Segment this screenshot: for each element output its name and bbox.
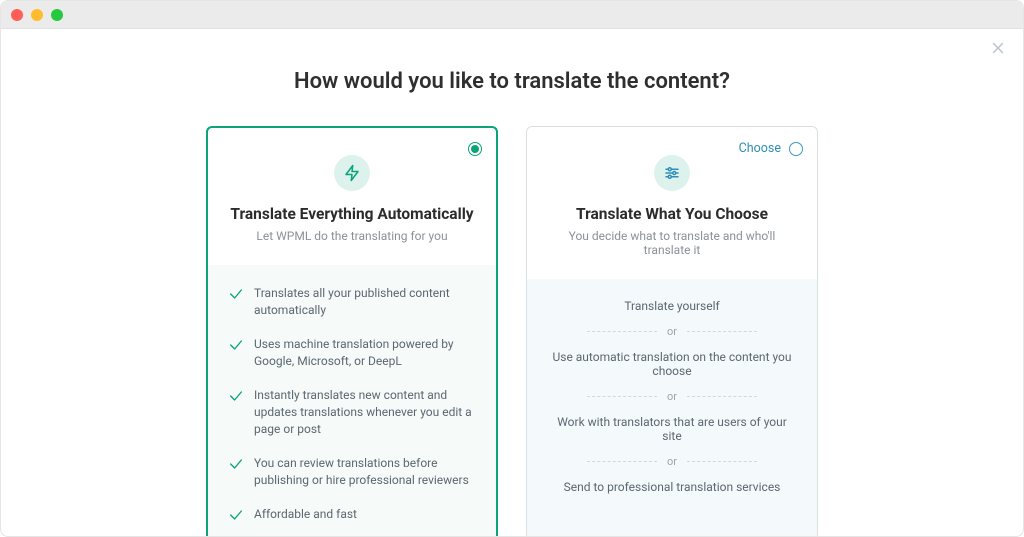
feature-text: Translates all your published content au… xyxy=(254,285,476,320)
window-zoom-button[interactable] xyxy=(51,9,63,21)
card-translate-what-you-choose[interactable]: Choose Translate What You Ch xyxy=(526,126,818,537)
option-item: Work with translators that are users of … xyxy=(547,415,797,443)
radio-wrap: Choose xyxy=(739,141,803,156)
feature-text: You can review translations before publi… xyxy=(254,455,476,490)
option-item: Use automatic translation on the content… xyxy=(547,350,797,378)
card-subtitle: You decide what to translate and who'll … xyxy=(545,229,799,257)
dialog-content: How would you like to translate the cont… xyxy=(1,29,1023,537)
feature-item: Translates all your published content au… xyxy=(228,285,476,320)
feature-item: Instantly translates new content and upd… xyxy=(228,387,476,439)
feature-text: Uses machine translation powered by Goog… xyxy=(254,336,476,371)
radio-selected[interactable] xyxy=(468,142,482,156)
card-header: Choose Translate What You Ch xyxy=(527,127,817,279)
card-title: Translate Everything Automatically xyxy=(226,205,478,223)
or-label: or xyxy=(667,455,677,468)
radio-unselected[interactable] xyxy=(789,142,803,156)
option-cards: Translate Everything Automatically Let W… xyxy=(25,126,999,537)
card-header: Translate Everything Automatically Let W… xyxy=(208,128,496,265)
or-label: or xyxy=(667,390,677,403)
option-item: Translate yourself xyxy=(547,299,797,313)
card-title: Translate What You Choose xyxy=(545,205,799,223)
feature-item: You can review translations before publi… xyxy=(228,455,476,490)
card-body: Translates all your published content au… xyxy=(208,265,496,537)
titlebar xyxy=(1,1,1023,29)
sliders-icon xyxy=(654,155,690,191)
page-title: How would you like to translate the cont… xyxy=(25,69,999,94)
options-list: Translate yourself or Use automatic tran… xyxy=(547,299,797,494)
feature-item: Uses machine translation powered by Goog… xyxy=(228,336,476,371)
feature-text: Instantly translates new content and upd… xyxy=(254,387,476,439)
or-divider: or xyxy=(547,390,797,403)
check-icon xyxy=(228,286,244,306)
option-item: Send to professional translation service… xyxy=(547,480,797,494)
check-icon xyxy=(228,456,244,476)
or-divider: or xyxy=(547,455,797,468)
or-label: or xyxy=(667,325,677,338)
check-icon xyxy=(228,337,244,357)
radio-wrap xyxy=(468,142,482,156)
card-translate-automatically[interactable]: Translate Everything Automatically Let W… xyxy=(206,126,498,537)
card-subtitle: Let WPML do the translating for you xyxy=(226,229,478,243)
check-icon xyxy=(228,388,244,408)
dialog-close-button[interactable] xyxy=(989,39,1007,57)
window-close-button[interactable] xyxy=(11,9,23,21)
check-icon xyxy=(228,507,244,527)
card-body: Translate yourself or Use automatic tran… xyxy=(527,279,817,537)
or-divider: or xyxy=(547,325,797,338)
choose-label: Choose xyxy=(739,141,781,156)
feature-text: Affordable and fast xyxy=(254,506,357,523)
feature-item: Affordable and fast xyxy=(228,506,476,527)
window-minimize-button[interactable] xyxy=(31,9,43,21)
close-icon xyxy=(989,39,1007,57)
lightning-icon xyxy=(334,155,370,191)
app-window: How would you like to translate the cont… xyxy=(0,0,1024,537)
